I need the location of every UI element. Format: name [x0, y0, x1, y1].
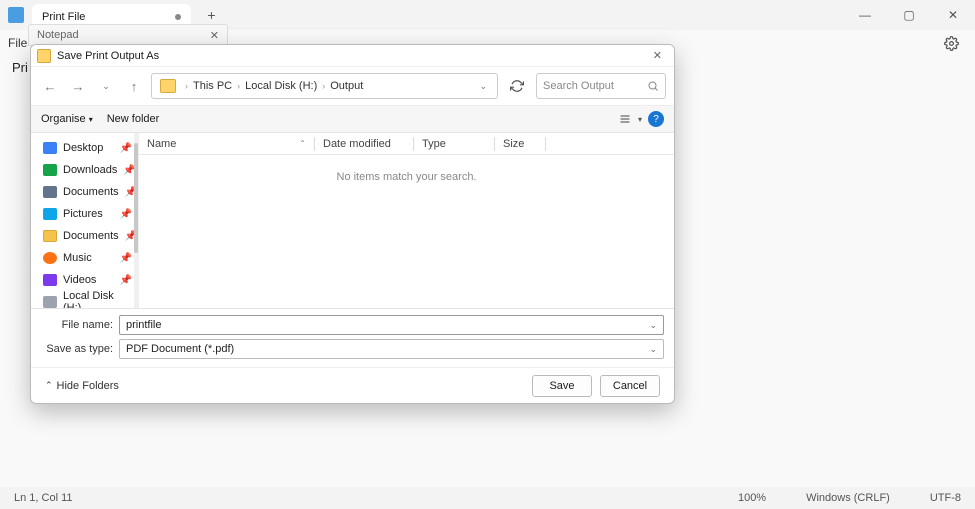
secondary-header-title: Notepad	[37, 29, 79, 41]
sidebar-item[interactable]: Documents📌	[31, 181, 138, 203]
dialog-footer: ⌃ Hide Folders Save Cancel	[31, 367, 674, 403]
encoding[interactable]: UTF-8	[930, 492, 961, 504]
sidebar-item-label: Pictures	[63, 208, 103, 220]
crumb-folder[interactable]: Output	[330, 80, 363, 92]
sidebar-item-label: Local Disk (H:)	[63, 290, 132, 308]
modified-indicator-icon	[175, 14, 181, 20]
search-input[interactable]: Search Output	[536, 73, 666, 99]
dialog-titlebar: Save Print Output As ✕	[31, 45, 674, 67]
column-headers: Name⌃ Date modified Type Size	[139, 133, 674, 155]
sidebar-item-label: Downloads	[63, 164, 117, 176]
sidebar-item-icon	[43, 252, 57, 264]
search-icon	[647, 80, 659, 92]
chevron-right-icon: ›	[237, 81, 240, 91]
crumb-disk[interactable]: Local Disk (H:)	[245, 80, 317, 92]
col-size[interactable]: Size	[495, 138, 545, 150]
secondary-window-header: Notepad ✕	[28, 24, 228, 46]
sidebar-item[interactable]: Pictures 📌	[31, 203, 138, 225]
savetype-select[interactable]: PDF Document (*.pdf) ⌄	[119, 339, 664, 359]
hide-folders-toggle[interactable]: ⌃ Hide Folders	[45, 380, 119, 392]
sidebar-item-label: Videos	[63, 274, 96, 286]
crumb-this-pc[interactable]: This PC	[193, 80, 232, 92]
sidebar-item-label: Desktop	[63, 142, 103, 154]
savetype-label: Save as type:	[41, 343, 119, 355]
recent-dropdown-icon[interactable]: ⌄	[95, 75, 117, 97]
sidebar-item-icon	[43, 230, 57, 242]
view-dropdown-icon[interactable]: ▾	[638, 115, 642, 124]
file-menu[interactable]: File	[8, 36, 27, 50]
save-dialog: Save Print Output As ✕ ← → ⌄ ↑ › This PC…	[30, 44, 675, 404]
chevron-down-icon[interactable]: ⌄	[649, 344, 657, 355]
forward-button[interactable]: →	[67, 75, 89, 97]
secondary-close-icon[interactable]: ✕	[210, 29, 219, 42]
file-list: Name⌃ Date modified Type Size No items m…	[139, 133, 674, 308]
back-button[interactable]: ←	[39, 75, 61, 97]
sidebar-item[interactable]: Local Disk (H:)	[31, 291, 138, 308]
dialog-close-button[interactable]: ✕	[647, 49, 668, 62]
breadcrumb[interactable]: › This PC › Local Disk (H:) › Output ⌄	[151, 73, 498, 99]
close-window-button[interactable]: ✕	[931, 0, 975, 30]
tab-title: Print File	[42, 11, 85, 23]
sidebar-item-icon	[43, 274, 57, 286]
minimize-button[interactable]: —	[843, 0, 887, 30]
sidebar-item-label: Documents	[63, 230, 119, 242]
filename-label: File name:	[41, 319, 119, 331]
dialog-title: Save Print Output As	[57, 50, 159, 62]
statusbar: Ln 1, Col 11 100% Windows (CRLF) UTF-8	[0, 487, 975, 509]
sidebar-item-label: Music	[63, 252, 92, 264]
chevron-down-icon[interactable]: ⌄	[473, 81, 493, 92]
chevron-down-icon[interactable]: ⌄	[649, 320, 657, 331]
maximize-button[interactable]: ▢	[887, 0, 931, 30]
sort-caret-icon: ⌃	[299, 139, 306, 148]
line-ending[interactable]: Windows (CRLF)	[806, 492, 890, 504]
sidebar-item-label: Documents	[63, 186, 119, 198]
refresh-button[interactable]	[504, 73, 530, 99]
pin-icon[interactable]: 📌	[120, 253, 132, 264]
breadcrumb-folder-icon	[160, 79, 176, 93]
pin-icon[interactable]: 📌	[120, 209, 132, 220]
dialog-fields: File name: printfile ⌄ Save as type: PDF…	[31, 308, 674, 367]
cursor-position: Ln 1, Col 11	[14, 492, 73, 504]
chevron-up-icon: ⌃	[45, 380, 53, 391]
sidebar-scroll-thumb[interactable]	[134, 143, 138, 253]
col-name[interactable]: Name⌃	[139, 138, 314, 150]
sidebar-item[interactable]: Documents📌	[31, 225, 138, 247]
sidebar-item[interactable]: Desktop 📌	[31, 137, 138, 159]
sidebar-item[interactable]: Downloads📌	[31, 159, 138, 181]
col-type[interactable]: Type	[414, 138, 494, 150]
col-date[interactable]: Date modified	[315, 138, 413, 150]
sidebar-item[interactable]: Videos 📌	[31, 269, 138, 291]
chevron-right-icon: ›	[185, 81, 188, 91]
up-button[interactable]: ↑	[123, 75, 145, 97]
sidebar: Desktop📌Downloads📌Documents📌Pictures📌Doc…	[31, 133, 139, 308]
new-folder-button[interactable]: New folder	[107, 113, 160, 125]
sidebar-item-icon	[43, 164, 57, 176]
sidebar-item-icon	[43, 186, 57, 198]
dialog-toolbar: Organise ▾ New folder ▾ ?	[31, 105, 674, 133]
sidebar-item[interactable]: Music 📌	[31, 247, 138, 269]
notepad-icon	[8, 7, 24, 23]
view-menu[interactable]	[618, 113, 632, 125]
save-button[interactable]: Save	[532, 375, 592, 397]
pin-icon[interactable]: 📌	[120, 275, 132, 286]
chevron-right-icon: ›	[322, 81, 325, 91]
window-controls: — ▢ ✕	[843, 0, 975, 30]
folder-icon	[37, 49, 51, 63]
sidebar-item-icon	[43, 142, 57, 154]
dialog-nav: ← → ⌄ ↑ › This PC › Local Disk (H:) › Ou…	[31, 67, 674, 105]
organise-menu[interactable]: Organise ▾	[41, 113, 93, 125]
pin-icon[interactable]: 📌	[120, 143, 132, 154]
help-button[interactable]: ?	[648, 111, 664, 127]
settings-gear-icon[interactable]	[944, 36, 959, 51]
filename-input[interactable]: printfile ⌄	[119, 315, 664, 335]
search-placeholder: Search Output	[543, 80, 614, 92]
sidebar-item-icon	[43, 296, 57, 308]
empty-message: No items match your search.	[139, 171, 674, 183]
cancel-button[interactable]: Cancel	[600, 375, 660, 397]
sidebar-item-icon	[43, 208, 57, 220]
zoom-level[interactable]: 100%	[738, 492, 766, 504]
